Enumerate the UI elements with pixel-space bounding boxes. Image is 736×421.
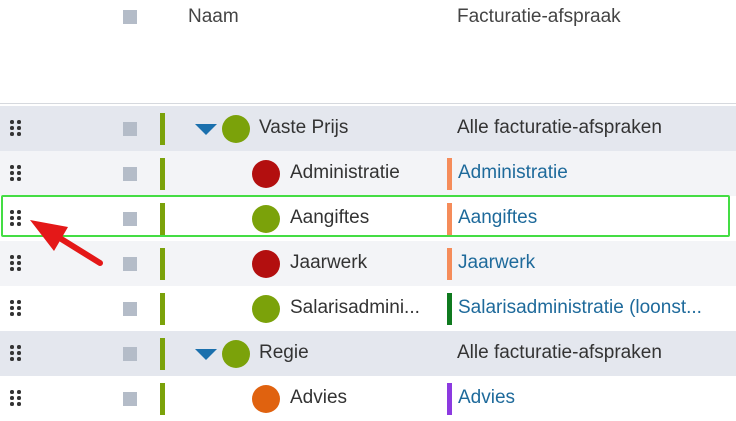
status-dot-icon (222, 340, 250, 368)
column-header-billing[interactable]: Facturatie-afspraak (457, 6, 621, 28)
row-label: Administratie (290, 162, 400, 183)
collapse-caret-icon[interactable] (195, 124, 217, 135)
billing-link[interactable]: Administratie (458, 162, 568, 184)
billing-link[interactable]: Salarisadministratie (loonst... (458, 297, 702, 319)
status-dot-icon (252, 295, 280, 323)
billing-color-bar (447, 383, 452, 415)
row-color-bar (160, 113, 165, 145)
status-dot-icon (252, 250, 280, 278)
status-dot-icon (252, 160, 280, 188)
table-header: Naam Facturatie-afspraak (0, 0, 736, 103)
table-row[interactable]: Advies Advies (0, 376, 736, 421)
billing-color-bar (447, 158, 452, 190)
row-checkbox[interactable] (123, 302, 137, 316)
row-checkbox[interactable] (123, 122, 137, 136)
status-dot-icon (252, 385, 280, 413)
row-checkbox[interactable] (123, 167, 137, 181)
row-checkbox[interactable] (123, 392, 137, 406)
row-color-bar (160, 383, 165, 415)
row-label: Regie (259, 342, 309, 363)
table-row[interactable]: Administratie Administratie (0, 151, 736, 196)
row-label: Vaste Prijs (259, 117, 349, 138)
row-label: Jaarwerk (290, 252, 368, 273)
row-highlight-outline (1, 195, 730, 237)
billing-text: Alle facturatie-afspraken (457, 117, 662, 138)
header-divider (0, 103, 736, 104)
billing-color-bar (447, 293, 452, 325)
billing-color-bar (447, 248, 452, 280)
table-row-group-vaste-prijs[interactable]: Vaste Prijs Alle facturatie-afspraken (0, 106, 736, 151)
drag-handle-icon[interactable] (10, 300, 22, 316)
drag-handle-icon[interactable] (10, 390, 22, 406)
table-row-group-regie[interactable]: Regie Alle facturatie-afspraken (0, 331, 736, 376)
collapse-caret-icon[interactable] (195, 349, 217, 360)
billing-text: Alle facturatie-afspraken (457, 342, 662, 363)
drag-handle-icon[interactable] (10, 255, 22, 271)
billing-link[interactable]: Advies (458, 387, 515, 409)
column-header-name[interactable]: Naam (188, 6, 239, 28)
row-color-bar (160, 158, 165, 190)
row-color-bar (160, 293, 165, 325)
row-color-bar (160, 338, 165, 370)
row-label: Advies (290, 387, 348, 408)
row-checkbox[interactable] (123, 257, 137, 271)
drag-handle-icon[interactable] (10, 120, 22, 136)
row-checkbox[interactable] (123, 347, 137, 361)
table-row[interactable]: Jaarwerk Jaarwerk (0, 241, 736, 286)
status-dot-icon (222, 115, 250, 143)
table-row[interactable]: Salarisadmini... Salarisadministratie (l… (0, 286, 736, 331)
billing-link[interactable]: Jaarwerk (458, 252, 535, 274)
row-color-bar (160, 248, 165, 280)
drag-handle-icon[interactable] (10, 345, 22, 361)
drag-handle-icon[interactable] (10, 165, 22, 181)
row-label: Salarisadmini... (290, 297, 420, 318)
select-all-checkbox[interactable] (123, 10, 137, 24)
